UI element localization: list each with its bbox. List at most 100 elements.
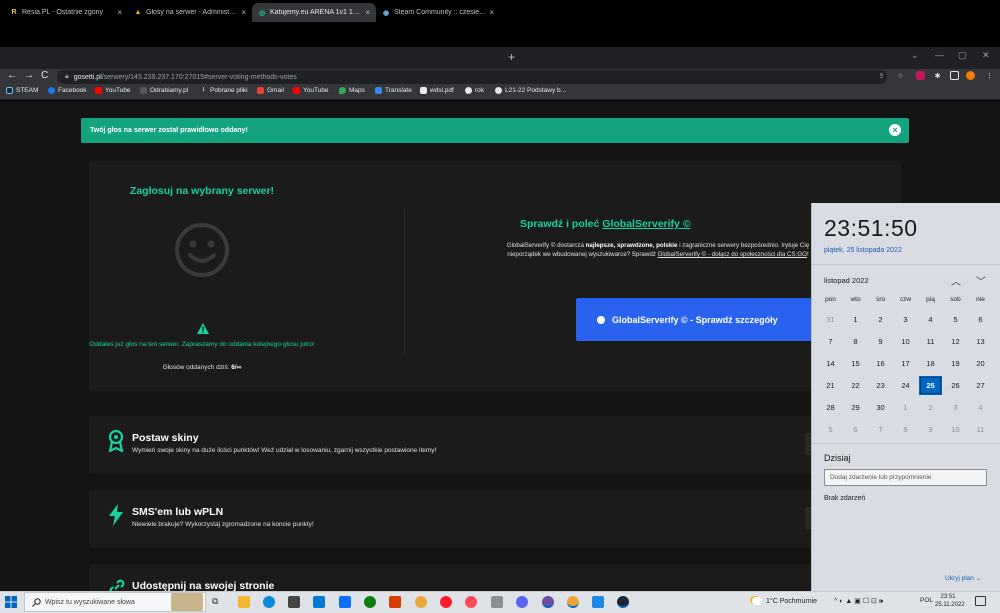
calendar-day[interactable]: 8 [844,332,867,351]
task-view-icon[interactable]: ⧉ [212,596,224,608]
bookmark-item[interactable]: rok [465,87,484,94]
calendar-day[interactable]: 24 [894,376,917,395]
calendar-day[interactable]: 4 [919,310,942,329]
bookmark-item[interactable]: L21-22 Podstawy b... [495,87,566,94]
calendar-day[interactable]: 18 [919,354,942,373]
globalserverify-link[interactable]: GlobalServerify © [602,218,690,230]
tab-close-icon[interactable]: × [489,8,494,17]
xbox-icon[interactable] [364,596,376,608]
tab-search-icon[interactable]: ⌄ [911,50,919,61]
calendar-day[interactable]: 10 [894,332,917,351]
taskbar-clock[interactable]: 23:51 25.11.2022 [935,593,965,609]
opera-icon[interactable] [440,596,452,608]
calendar-day[interactable]: 2 [869,310,892,329]
back-button[interactable]: ← [7,70,17,81]
bookmark-item[interactable]: Maps [339,87,365,94]
bookmark-item[interactable]: Gmail [257,87,284,94]
windows-start-icon[interactable] [5,596,17,608]
tab-resia[interactable]: R Resia.PL - Ostatnie zgony × [4,3,128,22]
app-icon[interactable] [491,596,503,608]
calendar-day[interactable]: 25 [919,376,942,395]
calendar-day[interactable]: 13 [969,332,992,351]
calendar-day[interactable]: 3 [944,398,967,417]
discord-icon[interactable] [516,596,528,608]
bookmark-item[interactable]: ⭳ Pobrane pliki [200,87,247,94]
calendar-day[interactable]: 4 [969,398,992,417]
calendar-day[interactable]: 10 [944,420,967,439]
calendar-day[interactable]: 31 [819,310,842,329]
bookmark-item[interactable]: Odrabiamy.pl [140,87,188,94]
full-date-link[interactable]: piątek, 25 listopada 2022 [824,247,902,254]
weather-widget[interactable]: 1°C Pochmurnie [752,597,817,605]
calendar-day[interactable]: 9 [919,420,942,439]
app-running-icon[interactable] [542,596,554,608]
calendar-day[interactable]: 8 [894,420,917,439]
calendar-day[interactable]: 7 [819,332,842,351]
calendar-day[interactable]: 20 [969,354,992,373]
store-icon[interactable] [288,596,300,608]
calendar-day[interactable]: 3 [894,310,917,329]
close-icon[interactable]: × [889,124,901,136]
tab-close-icon[interactable]: × [241,8,246,17]
steam-icon[interactable] [617,596,629,608]
bookmark-item[interactable]: Facebook [48,87,87,94]
calendar-day[interactable]: 23 [869,376,892,395]
calendar-day[interactable]: 30 [869,398,892,417]
calendar-day[interactable]: 19 [944,354,967,373]
notification-icon[interactable] [975,596,986,606]
app-icon[interactable] [592,596,604,608]
edge-icon[interactable] [263,596,275,608]
language-indicator[interactable]: POL [920,597,933,604]
mail-icon[interactable] [313,596,325,608]
calendar-day[interactable]: 12 [944,332,967,351]
calendar-day[interactable]: 28 [819,398,842,417]
bookmark-item[interactable]: YouTube [95,87,131,94]
puzzle-icon[interactable]: ✱ [933,71,942,80]
maximize-button[interactable]: ▢ [958,50,967,61]
calendar-day[interactable]: 1 [844,310,867,329]
globalserverify-community-link[interactable]: GlobalServerify © - dołącz do społecznoś… [658,251,807,258]
menu-icon[interactable]: ⋮ [985,71,994,80]
calendar-day[interactable]: 26 [944,376,967,395]
calendar-day[interactable]: 14 [819,354,842,373]
bookmark-item[interactable]: Translate [375,87,412,94]
calendar-day[interactable]: 2 [919,398,942,417]
event-input[interactable]: Dodaj zdarzenie lub przypomnienie [824,469,987,486]
calendar-day[interactable]: 29 [844,398,867,417]
calendar-day[interactable]: 11 [969,420,992,439]
calendar-day[interactable]: 11 [919,332,942,351]
calendar-day[interactable]: 17 [894,354,917,373]
chrome-icon[interactable] [415,596,427,608]
bookmark-star-icon[interactable]: ☆ [896,71,905,80]
tab-glosy[interactable]: ▲ Głosy na serwer - Administration × [128,3,252,22]
calendar-day[interactable]: 9 [869,332,892,351]
calendar-day[interactable]: 7 [869,420,892,439]
share-icon[interactable]: ⇪ [877,71,886,80]
tab-close-icon[interactable]: × [117,8,122,17]
tab-steam[interactable]: ◉ Steam Community :: czesiek katu... × [376,3,500,22]
chevron-down-icon[interactable]: ﹀ [976,273,986,288]
globalserverify-details-button[interactable]: GlobalServerify © - Sprawdź szczegóły [576,298,816,341]
profile-avatar[interactable] [966,71,975,80]
calendar-day[interactable]: 5 [944,310,967,329]
extension-icon[interactable] [916,71,925,80]
bookmark-item[interactable]: wdsl.pdf [420,87,454,94]
calendar-day[interactable]: 6 [969,310,992,329]
calendar-day[interactable]: 16 [869,354,892,373]
chevron-up-icon[interactable]: ︿ [951,273,961,288]
new-tab-button[interactable]: + [508,50,515,64]
calendar-day[interactable]: 22 [844,376,867,395]
app-l-icon[interactable] [339,596,351,608]
forward-button[interactable]: → [24,70,34,81]
close-window-button[interactable]: ✕ [982,50,990,61]
minimize-button[interactable]: — [935,50,944,60]
tab-close-icon[interactable]: × [365,8,370,17]
calendar-day[interactable]: 15 [844,354,867,373]
hide-agenda-button[interactable]: Ukryj plan ⌄ [945,574,981,582]
opera-gx-icon[interactable] [465,596,477,608]
calendar-day[interactable]: 6 [844,420,867,439]
sidepanel-icon[interactable] [950,71,959,80]
calendar-day[interactable]: 5 [819,420,842,439]
system-tray[interactable]: ^ ◐ ▲ ▣ ☐ ⊡ 🕪 [834,597,883,606]
month-label[interactable]: listopad 2022 [824,276,869,285]
